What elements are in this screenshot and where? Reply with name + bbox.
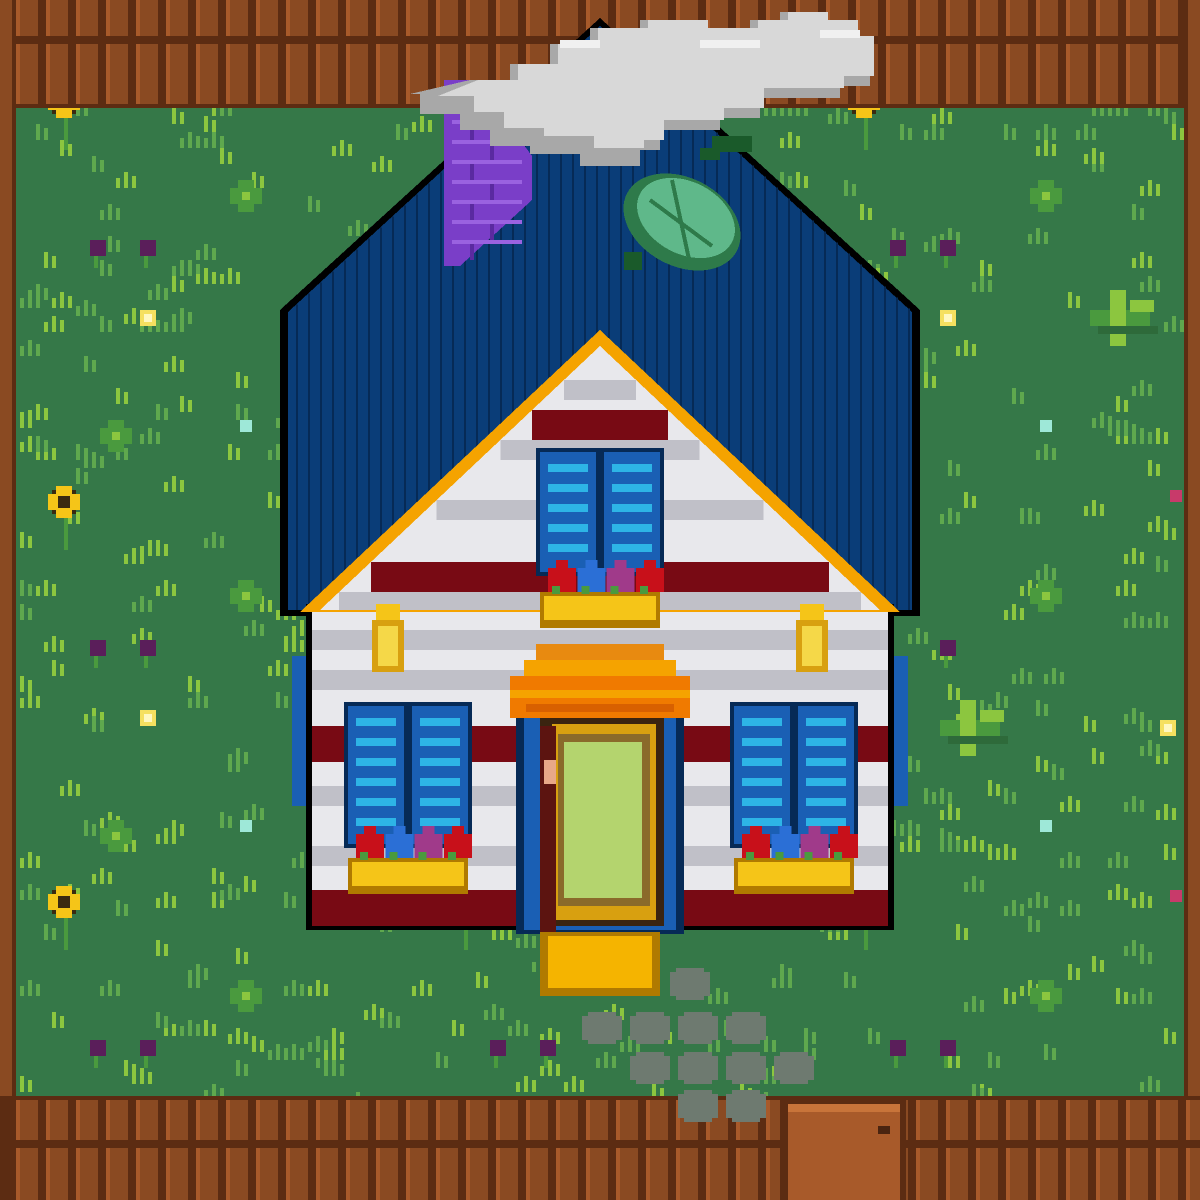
flower-box-right	[734, 826, 858, 894]
wall-lamp-right	[796, 604, 828, 672]
gate[interactable]	[780, 1098, 906, 1200]
awning	[510, 644, 690, 718]
flower-box-attic	[540, 560, 664, 628]
doormat	[540, 932, 660, 996]
fence-bottom	[0, 1096, 1200, 1200]
flower-box-left	[348, 826, 472, 894]
window-attic[interactable]	[536, 448, 664, 576]
game-scene	[0, 0, 1200, 1200]
wall-lamp-left	[372, 604, 404, 672]
